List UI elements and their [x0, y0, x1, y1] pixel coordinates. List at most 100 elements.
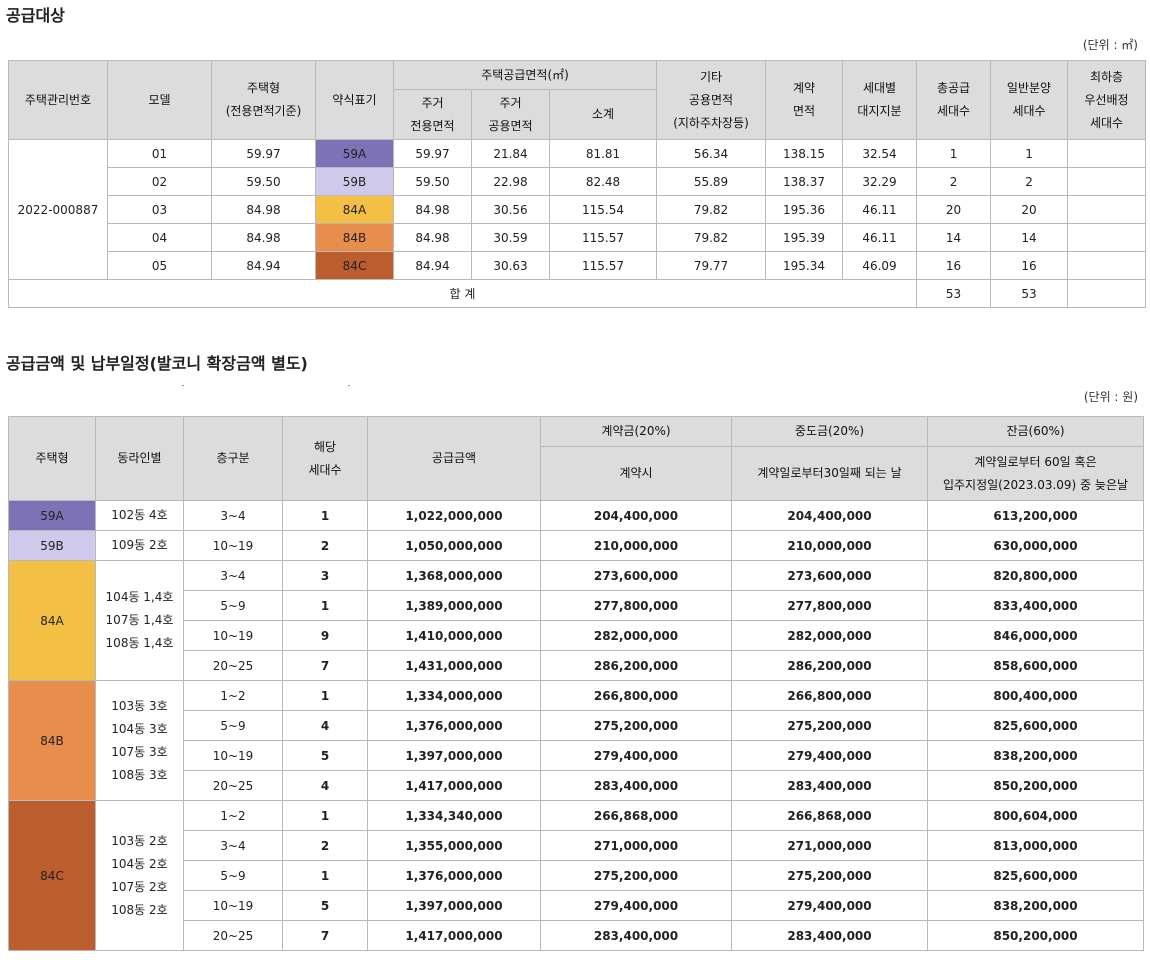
floor-cell: 3~4: [183, 830, 283, 861]
balance-cell: 820,800,000: [927, 560, 1144, 591]
balance-cell: 850,200,000: [927, 770, 1144, 801]
total-units-cell: 14: [916, 223, 992, 252]
type-swatch-cell: 59A: [8, 500, 96, 531]
deposit-cell: 279,400,000: [540, 740, 732, 771]
price-cell: 1,417,000,000: [367, 770, 541, 801]
floor-cell: 5~9: [183, 710, 283, 741]
units-cell: 4: [282, 770, 368, 801]
excl-area-cell: 84.98: [393, 223, 472, 252]
general-units-cell: 2: [990, 167, 1069, 196]
price-cell: 1,397,000,000: [367, 890, 541, 921]
line-cell: 104동 1,4호 107동 1,4호 108동 1,4호: [95, 560, 184, 681]
middle-cell: 286,200,000: [731, 650, 928, 681]
total-label: 합 계: [7, 279, 918, 308]
deposit-cell: 286,200,000: [540, 650, 732, 681]
middle-cell: 204,400,000: [731, 500, 928, 531]
balance-cell: 800,604,000: [927, 800, 1144, 831]
model-cell: 05: [107, 251, 212, 280]
deposit-cell: 283,400,000: [540, 770, 732, 801]
floor-cell: 10~19: [183, 740, 283, 771]
header-units: 해당 세대수: [282, 416, 368, 501]
table-row: 03 84.98 84A 84.98 30.56 115.54 79.82 195.36 46.…: [9, 195, 1147, 224]
deposit-cell: 279,400,000: [540, 890, 732, 921]
header-floor: 층구분: [183, 416, 283, 501]
excl-area-cell: 84.94: [393, 251, 472, 280]
subtotal-cell: 81.81: [548, 139, 658, 168]
general-units-cell: 16: [990, 251, 1069, 280]
other-common-cell: 79.77: [656, 251, 767, 280]
abbr-swatch-cell: 84B: [315, 223, 394, 252]
price-cell: 1,397,000,000: [367, 740, 541, 771]
header-deposit: 계약금(20%): [540, 416, 732, 447]
balance-cell: 825,600,000: [927, 710, 1144, 741]
land-share-cell: 46.11: [842, 223, 918, 252]
contract-area-cell: 138.37: [765, 167, 844, 196]
floor-cell: 3~4: [183, 560, 283, 591]
table-row: 84C 103동 2호 104동 2호 107동 2호 108동 2호 1~2 1 1,…: [8, 800, 1144, 951]
top-floor-cell: [1067, 195, 1147, 224]
floor-cell: 10~19: [183, 620, 283, 651]
price-cell: 1,334,340,000: [367, 800, 541, 831]
middle-cell: 275,200,000: [731, 860, 928, 891]
table-row: 84B 103동 3호 104동 3호 107동 3호 108동 3호 1~2 1 1,…: [8, 680, 1144, 801]
price-cell: 1,376,000,000: [367, 860, 541, 891]
divider-dot: [182, 385, 184, 386]
middle-cell: 279,400,000: [731, 890, 928, 921]
total-units-cell: 2: [916, 167, 992, 196]
abbr-swatch-cell: 59A: [315, 139, 394, 168]
top-floor-cell: [1067, 167, 1147, 196]
table-row: 05 84.94 84C 84.94 30.63 115.57 79.77 195.34 46.…: [9, 251, 1147, 280]
line-cell: 109동 2호: [95, 530, 184, 561]
abbr-swatch-cell: 59B: [315, 167, 394, 196]
middle-cell: 271,000,000: [731, 830, 928, 861]
type-swatch-cell: 84B: [8, 680, 96, 801]
top-floor-cell: [1067, 251, 1147, 280]
floor-cell: 20~25: [183, 650, 283, 681]
model-cell: 02: [107, 167, 212, 196]
top-floor-cell: [1067, 223, 1147, 252]
middle-cell: 282,000,000: [731, 620, 928, 651]
floor-cell: 5~9: [183, 590, 283, 621]
units-cell: 9: [282, 620, 368, 651]
other-common-cell: 79.82: [656, 195, 767, 224]
divider-dot: [348, 385, 350, 386]
units-cell: 7: [282, 920, 368, 951]
balance-cell: 858,600,000: [927, 650, 1144, 681]
general-units-sum: 53: [990, 279, 1069, 308]
common-area-cell: 30.63: [471, 251, 550, 280]
header-middle-sub: 계약일로부터30일째 되는 날: [731, 446, 928, 501]
header-contract-area: 계약 면적: [765, 60, 844, 140]
middle-cell: 283,400,000: [731, 770, 928, 801]
header-land-share: 세대별 대지지분: [842, 60, 918, 140]
total-units-cell: 20: [916, 195, 992, 224]
model-cell: 04: [107, 223, 212, 252]
supply-target-table: 주택관리번호 모델 주택형 (전용면적기준) 약식표기 주택공급면적(㎡) 기타…: [7, 60, 1147, 308]
line-cell: 103동 2호 104동 2호 107동 2호 108동 2호: [95, 800, 184, 951]
contract-area-cell: 195.36: [765, 195, 844, 224]
header-balance-sub: 계약일로부터 60일 혹은 입주지정일(2023.03.09) 중 늦은날: [927, 446, 1144, 501]
units-cell: 1: [282, 500, 368, 531]
balance-cell: 613,200,000: [927, 500, 1144, 531]
balance-cell: 846,000,000: [927, 620, 1144, 651]
header-type: 주택형 (전용면적기준): [211, 60, 316, 140]
floor-cell: 20~25: [183, 770, 283, 801]
deposit-cell: 273,600,000: [540, 560, 732, 591]
abbr-swatch-cell: 84A: [315, 195, 394, 224]
section1-title: 공급대상: [6, 6, 65, 25]
middle-cell: 283,400,000: [731, 920, 928, 951]
subtotal-cell: 115.57: [548, 251, 658, 280]
price-cell: 1,376,000,000: [367, 710, 541, 741]
excl-area-cell: 84.98: [393, 195, 472, 224]
header-subtotal: 소계: [548, 89, 658, 140]
floor-cell: 10~19: [183, 530, 283, 561]
middle-cell: 273,600,000: [731, 560, 928, 591]
general-units-cell: 14: [990, 223, 1069, 252]
type-swatch-cell: 59B: [8, 530, 96, 561]
price-cell: 1,355,000,000: [367, 830, 541, 861]
balance-cell: 850,200,000: [927, 920, 1144, 951]
units-cell: 5: [282, 740, 368, 771]
section1-unit: (단위 : ㎡): [1082, 38, 1138, 52]
middle-cell: 266,800,000: [731, 680, 928, 711]
type-cell: 84.94: [211, 251, 316, 280]
header-general-units: 일반분양 세대수: [990, 60, 1069, 140]
